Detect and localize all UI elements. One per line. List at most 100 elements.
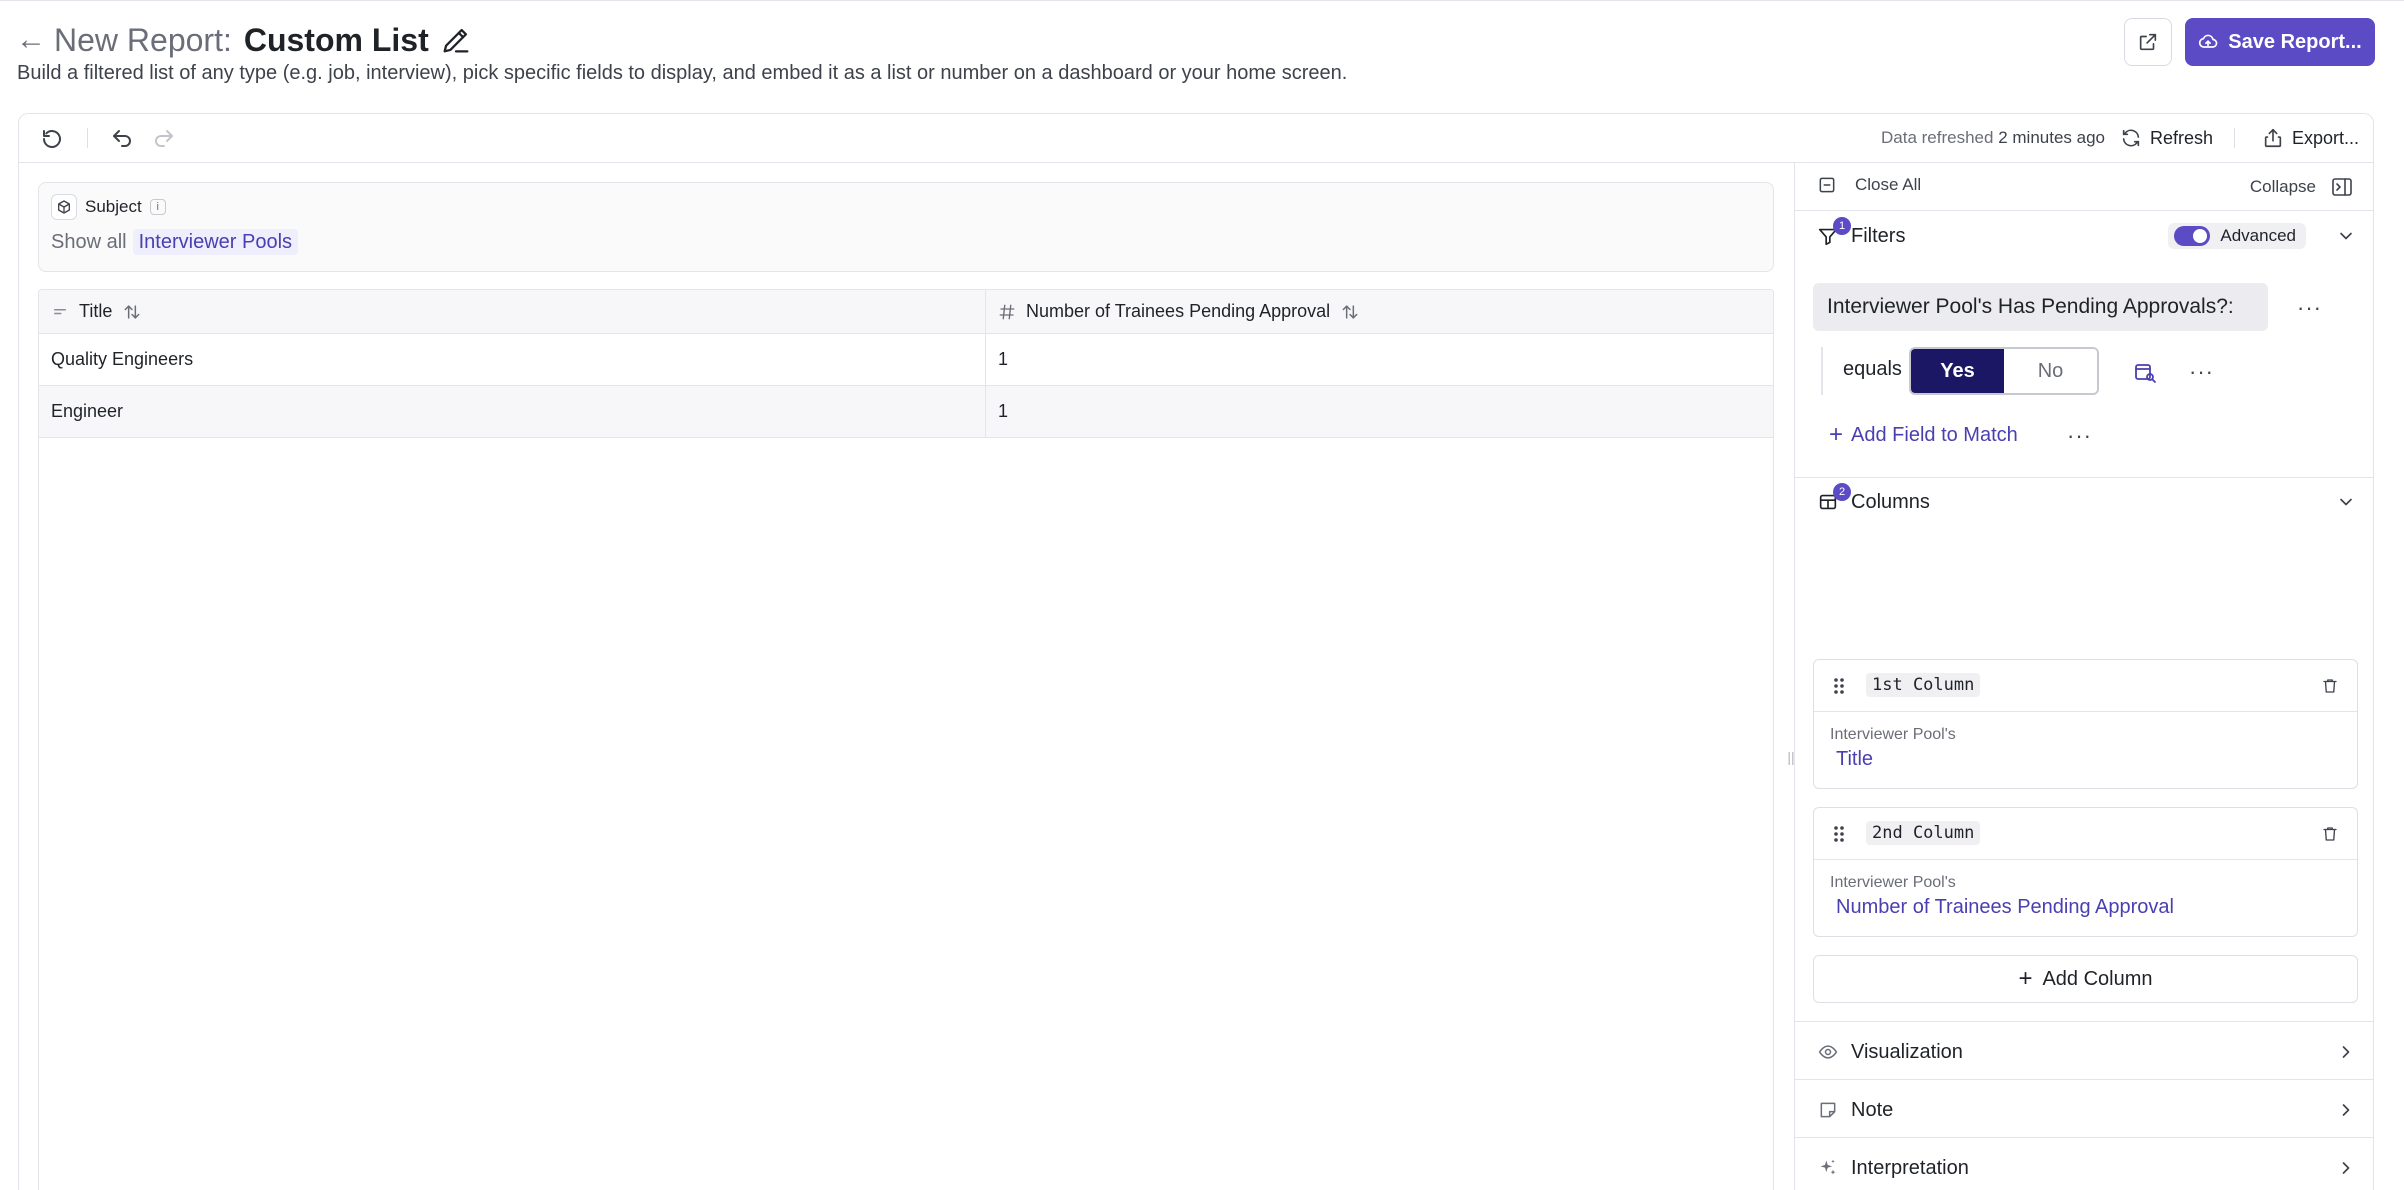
advanced-toggle[interactable]: Advanced [2168, 223, 2306, 249]
calendar-search-icon[interactable] [2133, 360, 2157, 384]
sort-icon[interactable] [122, 302, 142, 322]
match-more-icon[interactable]: ··· [2067, 425, 2092, 447]
info-icon[interactable]: i [149, 199, 166, 215]
visualization-label: Visualization [1851, 1040, 1963, 1063]
column-card: 2nd Column Interviewer Pool's Number of … [1813, 807, 2358, 937]
drag-handle-icon[interactable] [1832, 676, 1846, 696]
filter-field-more-icon[interactable]: ··· [2297, 297, 2322, 319]
operator-more-icon[interactable]: ··· [2189, 361, 2214, 383]
add-column-label: Add Column [2042, 967, 2153, 990]
plus-icon: + [2018, 965, 2033, 992]
reset-icon[interactable] [39, 126, 65, 152]
number-field-icon [999, 304, 1015, 319]
column-header-trainees[interactable]: Number of Trainees Pending Approval [986, 290, 1773, 334]
sort-icon[interactable] [1340, 302, 1360, 322]
yes-option[interactable]: Yes [1911, 349, 2004, 393]
chevron-right-icon[interactable] [2336, 1042, 2356, 1062]
column-header-label: Title [79, 301, 113, 321]
refresh-info-time: 2 minutes ago [1998, 128, 2105, 147]
no-option[interactable]: No [2004, 349, 2097, 393]
filter-field-chip[interactable]: Interviewer Pool's Has Pending Approvals… [1813, 283, 2268, 331]
yes-no-toggle: Yes No [1909, 347, 2099, 395]
export-button[interactable]: Export... [2262, 124, 2359, 152]
add-match-label: Add Field to Match [1851, 423, 2018, 446]
section-divider [1795, 1079, 2374, 1080]
edit-pencil-icon[interactable] [439, 23, 473, 57]
open-external-button[interactable] [2124, 18, 2172, 66]
section-divider [1795, 1021, 2374, 1022]
panel-topbar: Close All Collapse [1795, 163, 2374, 211]
export-icon [2264, 128, 2282, 148]
columns-label: Columns [1851, 490, 1930, 513]
editor-toolbar: Data refreshed 2 minutes ago Refresh Exp… [19, 114, 2373, 163]
report-prefix: New Report: [54, 21, 232, 58]
filters-label: Filters [1851, 224, 1906, 247]
note-icon [1815, 1097, 1841, 1123]
chevron-right-icon[interactable] [2336, 1100, 2356, 1120]
column-field-link[interactable]: Title [1836, 748, 1873, 771]
minus-square-icon [1819, 177, 1835, 193]
back-arrow-icon[interactable]: ← [16, 25, 46, 55]
subject-box: Subject i Show all Interviewer Pools [38, 182, 1774, 272]
columns-count-badge: 2 [1833, 483, 1851, 501]
table-row[interactable]: Engineer 1 [39, 386, 1773, 438]
column-header-title[interactable]: Title [39, 290, 986, 334]
redo-icon[interactable] [151, 126, 177, 152]
column-source: Interviewer Pool's [1830, 726, 1956, 743]
filters-section-header[interactable]: 1 Filters Advanced [1795, 211, 2374, 261]
note-label: Note [1851, 1098, 1894, 1121]
chevron-right-icon[interactable] [2336, 1158, 2356, 1178]
undo-icon[interactable] [109, 126, 135, 152]
section-divider [1795, 1137, 2374, 1138]
filters-count-badge: 1 [1833, 217, 1851, 235]
page-header: ← New Report: Custom List [16, 18, 473, 62]
column-source: Interviewer Pool's [1830, 874, 1956, 891]
column-name: 2nd Column [1866, 821, 1981, 845]
export-label: Export... [2291, 127, 2359, 148]
subject-chip: Subject i [51, 193, 166, 221]
close-all-button[interactable]: Close All [1817, 175, 1921, 195]
condition-connector [1821, 347, 1823, 395]
collapse-label: Collapse [2249, 177, 2316, 196]
table-row[interactable]: Quality Engineers 1 [39, 334, 1773, 386]
table-cell-count: 1 [998, 401, 1009, 421]
table-cell-title: Quality Engineers [39, 334, 986, 385]
add-field-to-match-button[interactable]: + Add Field to Match [1829, 423, 2018, 447]
cube-icon [51, 194, 77, 220]
subject-entity-link[interactable]: Interviewer Pools [132, 229, 299, 255]
save-report-label: Save Report... [2228, 30, 2362, 53]
collapse-button[interactable]: Collapse [2250, 175, 2354, 199]
columns-section-header[interactable]: 2 Columns [1795, 477, 2374, 527]
cloud-upload-icon [2199, 34, 2218, 48]
page-subtitle: Build a filtered list of any type (e.g. … [17, 62, 1348, 84]
config-panel: Close All Collapse 1 Filters Advanced In… [1794, 163, 2374, 1190]
save-report-button[interactable]: Save Report... [2185, 18, 2375, 66]
plus-icon: + [1829, 421, 1844, 448]
interpretation-section-header[interactable]: Interpretation [1795, 1143, 2374, 1190]
chevron-down-icon[interactable] [2336, 226, 2356, 246]
column-field-link[interactable]: Number of Trainees Pending Approval [1836, 896, 2174, 919]
column-card: 1st Column Interviewer Pool's Title [1813, 659, 2358, 789]
trash-icon[interactable] [2321, 676, 2339, 696]
report-title[interactable]: Custom List [244, 22, 429, 59]
show-all-text: Show all [51, 231, 127, 253]
external-link-icon [2139, 33, 2157, 51]
column-card-header: 1st Column [1814, 660, 2357, 712]
operator-label[interactable]: equals [1843, 358, 1902, 381]
add-column-button[interactable]: + Add Column [1813, 955, 2358, 1003]
subject-label: Subject [85, 197, 142, 216]
note-section-header[interactable]: Note [1795, 1085, 2374, 1135]
refresh-icon [2122, 129, 2140, 147]
data-refreshed-info: Data refreshed 2 minutes ago [1881, 128, 2105, 148]
toggle-switch[interactable] [2174, 226, 2211, 246]
toolbar-divider [2234, 128, 2235, 148]
refresh-button[interactable]: Refresh [2120, 124, 2213, 152]
trash-icon[interactable] [2321, 824, 2339, 844]
column-name: 1st Column [1866, 673, 1981, 697]
visualization-section-header[interactable]: Visualization [1795, 1027, 2374, 1077]
column-card-header: 2nd Column [1814, 808, 2357, 860]
chevron-down-icon[interactable] [2336, 492, 2356, 512]
toolbar-divider [87, 128, 88, 148]
drag-handle-icon[interactable] [1832, 824, 1846, 844]
advanced-label: Advanced [2220, 226, 2296, 245]
